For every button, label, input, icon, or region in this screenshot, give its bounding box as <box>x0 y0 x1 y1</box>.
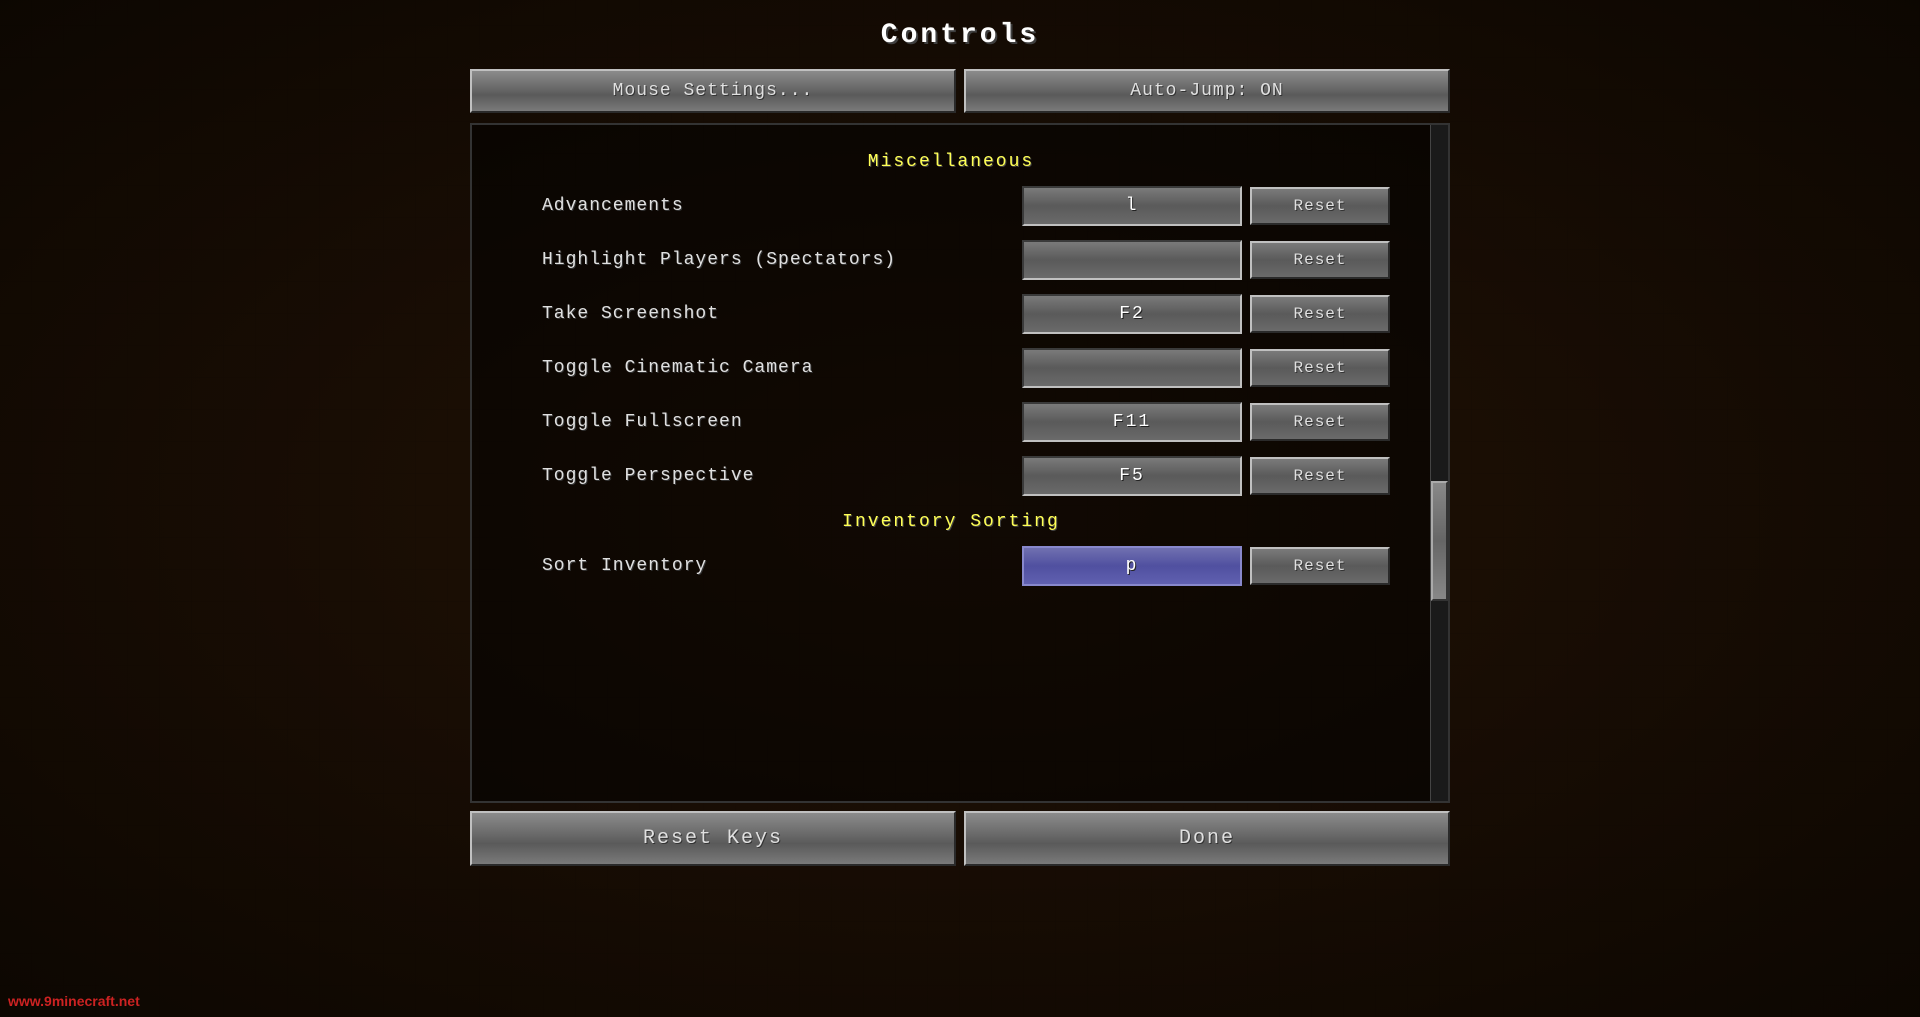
auto-jump-button[interactable]: Auto-Jump: ON <box>964 69 1450 113</box>
fullscreen-reset[interactable]: Reset <box>1250 403 1390 441</box>
watermark: www.9minecraft.net <box>8 993 140 1009</box>
sort-inventory-key[interactable]: p <box>1022 546 1242 586</box>
top-buttons-row: Mouse Settings... Auto-Jump: ON <box>470 69 1450 113</box>
keybind-fullscreen: Toggle Fullscreen F11 Reset <box>482 398 1420 446</box>
scrollbar-thumb[interactable] <box>1431 481 1448 601</box>
scrollbar[interactable] <box>1430 125 1448 801</box>
keybind-cinematic: Toggle Cinematic Camera Reset <box>482 344 1420 392</box>
cinematic-reset[interactable]: Reset <box>1250 349 1390 387</box>
mouse-settings-button[interactable]: Mouse Settings... <box>470 69 956 113</box>
advancements-reset[interactable]: Reset <box>1250 187 1390 225</box>
highlight-players-key[interactable] <box>1022 240 1242 280</box>
cinematic-key[interactable] <box>1022 348 1242 388</box>
perspective-label: Toggle Perspective <box>542 466 1022 486</box>
content-area: Miscellaneous Advancements l Reset Highl… <box>470 123 1450 803</box>
sort-inventory-label: Sort Inventory <box>542 556 1022 576</box>
highlight-players-label: Highlight Players (Spectators) <box>542 250 1022 270</box>
advancements-key[interactable]: l <box>1022 186 1242 226</box>
perspective-reset[interactable]: Reset <box>1250 457 1390 495</box>
keybind-sort-inventory: Sort Inventory p Reset <box>482 542 1420 590</box>
reset-keys-button[interactable]: Reset Keys <box>470 811 956 866</box>
page-title: Controls <box>881 20 1039 51</box>
keybind-advancements: Advancements l Reset <box>482 182 1420 230</box>
keybind-highlight-players: Highlight Players (Spectators) Reset <box>482 236 1420 284</box>
page-container: Controls Mouse Settings... Auto-Jump: ON… <box>0 0 1920 1017</box>
screenshot-label: Take Screenshot <box>542 304 1022 324</box>
keybind-perspective: Toggle Perspective F5 Reset <box>482 452 1420 500</box>
screenshot-reset[interactable]: Reset <box>1250 295 1390 333</box>
miscellaneous-header: Miscellaneous <box>482 152 1420 172</box>
screenshot-key[interactable]: F2 <box>1022 294 1242 334</box>
highlight-players-reset[interactable]: Reset <box>1250 241 1390 279</box>
bottom-buttons-row: Reset Keys Done <box>470 811 1450 866</box>
scroll-content: Miscellaneous Advancements l Reset Highl… <box>472 125 1430 801</box>
fullscreen-label: Toggle Fullscreen <box>542 412 1022 432</box>
keybind-screenshot: Take Screenshot F2 Reset <box>482 290 1420 338</box>
inventory-sorting-header: Inventory Sorting <box>482 512 1420 532</box>
perspective-key[interactable]: F5 <box>1022 456 1242 496</box>
fullscreen-key[interactable]: F11 <box>1022 402 1242 442</box>
done-button[interactable]: Done <box>964 811 1450 866</box>
sort-inventory-reset[interactable]: Reset <box>1250 547 1390 585</box>
advancements-label: Advancements <box>542 196 1022 216</box>
cinematic-label: Toggle Cinematic Camera <box>542 358 1022 378</box>
